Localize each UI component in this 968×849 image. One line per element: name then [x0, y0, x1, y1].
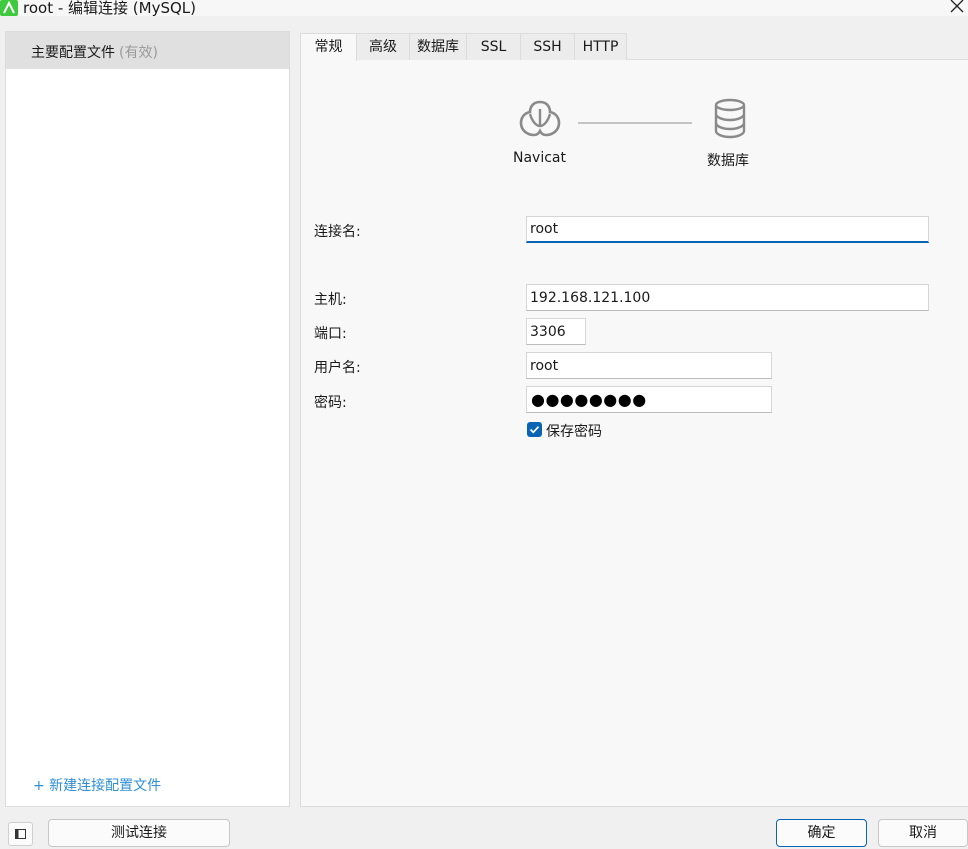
tab-general[interactable]: 常规 [300, 33, 357, 61]
save-password-checkbox[interactable] [527, 422, 542, 437]
host-label: 主机: [314, 292, 347, 308]
connection-line [578, 122, 692, 124]
ok-button[interactable]: 确定 [776, 819, 867, 847]
window-title: root - 编辑连接 (MySQL) [23, 0, 196, 17]
test-connection-button[interactable]: 测试连接 [48, 819, 230, 847]
profile-status: (有效) [119, 45, 158, 61]
password-label: 密码: [314, 395, 347, 411]
tab-advanced[interactable]: 高级 [356, 33, 410, 60]
password-input[interactable]: ●●●●●●●● [526, 386, 772, 413]
server-label: 数据库 [707, 153, 749, 169]
tab-ssl[interactable]: SSL [466, 33, 521, 60]
connection-name-input[interactable] [526, 216, 929, 243]
port-input[interactable] [526, 318, 586, 345]
password-mask: ●●●●●●●● [531, 390, 647, 409]
tab-database[interactable]: 数据库 [409, 33, 467, 60]
connection-name-label: 连接名: [314, 224, 361, 240]
navicat-icon [0, 0, 18, 16]
close-icon[interactable] [947, 0, 967, 16]
database-icon [714, 98, 746, 139]
port-label: 端口: [314, 326, 347, 342]
client-label: Navicat [513, 150, 566, 166]
profile-item-main[interactable]: 主要配置文件 (有效) [6, 32, 289, 69]
title-bar: root - 编辑连接 (MySQL) [0, 0, 968, 17]
profile-label: 主要配置文件 [31, 45, 115, 61]
host-input[interactable] [526, 284, 929, 311]
cancel-button[interactable]: 取消 [878, 819, 968, 847]
username-label: 用户名: [314, 360, 361, 376]
tab-http[interactable]: HTTP [574, 33, 627, 60]
tab-ssh[interactable]: SSH [520, 33, 575, 60]
save-password-label[interactable]: 保存密码 [546, 421, 602, 441]
sidebar-toggle-button[interactable] [8, 822, 33, 846]
panel-icon [15, 829, 26, 839]
new-profile-link[interactable]: + 新建连接配置文件 [33, 775, 161, 795]
navicat-logo-icon [519, 100, 561, 137]
settings-panel [300, 59, 968, 807]
username-input[interactable] [526, 352, 772, 379]
profile-list: 主要配置文件 (有效) + 新建连接配置文件 [5, 31, 290, 807]
